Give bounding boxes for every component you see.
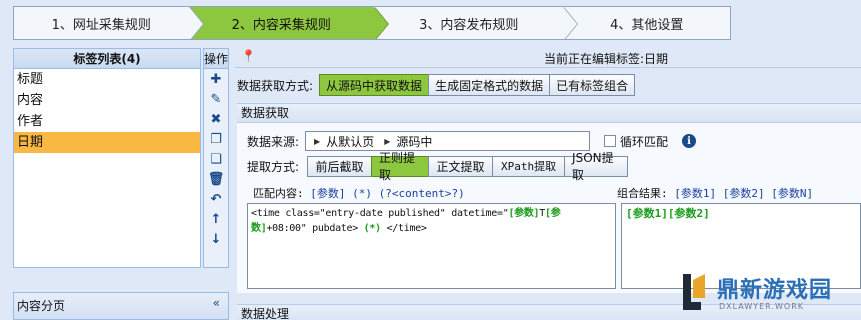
match-text: +08:00" pubdate> [266, 223, 364, 234]
close-icon[interactable]: ✖ [204, 109, 228, 129]
arrow-up-icon[interactable]: ↑ [204, 209, 228, 229]
match-text: </time> [380, 223, 427, 234]
match-text: <time class="entry-date published" datet… [251, 208, 509, 219]
match-content-label: 匹配内容: [253, 187, 304, 200]
acquire-section-header: 数据获取 [237, 103, 861, 123]
step-label: 1、网址采集规则 [51, 17, 151, 33]
insert-param-token[interactable]: [参数] [310, 187, 345, 200]
insert-wildcard-token[interactable]: (*) [352, 187, 372, 200]
acquire-mode-row: 数据获取方式: 从源码中获取数据 生成固定格式的数据 已有标签组合 [235, 74, 636, 96]
insert-paramN-token[interactable]: [参数N] [771, 187, 813, 200]
source-path-field[interactable]: ▶ 从默认页 ▶ 源码中 [305, 131, 591, 151]
insert-content-token[interactable]: (?<content>?) [379, 187, 465, 200]
match-content-textarea[interactable]: <time class="entry-date published" datet… [247, 203, 616, 289]
mode-fixed-format-button[interactable]: 生成固定格式的数据 [428, 74, 551, 96]
undo-icon[interactable]: ↶ [204, 189, 228, 209]
step-publish-rules[interactable]: 3、内容发布规则 [374, 7, 579, 39]
paste-icon[interactable]: ❏ [204, 149, 228, 169]
operations-title: 操作 [204, 49, 228, 69]
extract-regex-button[interactable]: 正则提取 [371, 151, 430, 182]
watermark-logo-icon [683, 274, 705, 310]
watermark-name: 鼎新游戏园 [717, 278, 833, 303]
step-label: 4、其他设置 [610, 17, 684, 33]
plus-icon[interactable]: ✚ [204, 69, 228, 89]
tag-list-title: 标签列表(4) [14, 49, 200, 69]
step-url-rules[interactable]: 1、网址采集规则 [14, 7, 204, 39]
result-label: 组合结果: [617, 187, 668, 200]
result-text: [参数1][参数2] [626, 207, 710, 220]
acquire-mode-label: 数据获取方式: [237, 78, 314, 93]
editor-status-bar: 📍 当前正在编辑标签:日期 [235, 46, 861, 68]
source-label: 数据来源: [247, 134, 300, 149]
content-pager-title: 内容分页 [17, 299, 66, 313]
extract-body-button[interactable]: 正文提取 [428, 155, 494, 177]
loop-match-checkbox[interactable] [604, 135, 617, 147]
tag-item-date[interactable]: 日期 [14, 132, 200, 153]
mode-combine-tags-button[interactable]: 已有标签组合 [549, 74, 636, 96]
chevron-up-icon[interactable]: « [213, 296, 220, 310]
extract-row: 提取方式: 前后截取 正则提取 正文提取 XPath提取 JSON提取 [247, 151, 629, 182]
wizard-steps: 1、网址采集规则 2、内容采集规则 3、内容发布规则 4、其他设置 [13, 6, 731, 40]
extract-xpath-button[interactable]: XPath提取 [492, 155, 566, 177]
insert-param1-token[interactable]: [参数1] [674, 187, 716, 200]
watermark: 鼎新游戏园 DXLAWYER.WORK [665, 268, 861, 320]
extract-before-after-button[interactable]: 前后截取 [307, 155, 373, 177]
param-token: [参数] [508, 208, 540, 219]
step-content-rules[interactable]: 2、内容采集规则 [188, 7, 389, 39]
editing-tag-status: 当前正在编辑标签:日期 [543, 52, 668, 66]
source-path-part: 源码中 [396, 134, 433, 149]
caret-right-icon: ▶ [384, 136, 391, 146]
arrow-down-icon[interactable]: ↓ [204, 229, 228, 249]
loop-match-label: 循环匹配 [620, 134, 669, 149]
extract-json-button[interactable]: JSON提取 [564, 151, 629, 182]
result-label-row: 组合结果: [参数1] [参数2] [参数N] [617, 185, 813, 201]
content-pager-panel[interactable]: 内容分页 « [13, 292, 229, 320]
match-content-label-row: 匹配内容: [参数] (*) (?<content>?) [253, 185, 465, 201]
insert-param2-token[interactable]: [参数2] [723, 187, 765, 200]
step-label: 2、内容采集规则 [231, 17, 331, 33]
caret-right-icon: ▶ [314, 136, 321, 146]
source-row: 数据来源: ▶ 从默认页 ▶ 源码中 循环匹配 i [247, 130, 697, 152]
step-label: 3、内容发布规则 [419, 17, 519, 33]
pin-icon: 📍 [241, 49, 256, 63]
pencil-icon[interactable]: ✎ [204, 89, 228, 109]
tag-list-panel: 标签列表(4) 标题 内容 作者 日期 [13, 48, 201, 268]
tag-item-content[interactable]: 内容 [14, 90, 200, 111]
info-icon[interactable]: i [682, 134, 697, 148]
tag-item-title[interactable]: 标题 [14, 69, 200, 90]
operations-toolbar: 操作 ✚ ✎ ✖ ❐ ❏ 🗑 ↶ ↑ ↓ [203, 48, 229, 268]
extract-label: 提取方式: [247, 159, 300, 174]
trash-icon[interactable]: 🗑 [204, 169, 228, 189]
step-other-settings[interactable]: 4、其他设置 [563, 7, 730, 39]
copy-icon[interactable]: ❐ [204, 129, 228, 149]
watermark-url: DXLAWYER.WORK [719, 302, 804, 311]
wildcard-token: (*) [363, 223, 381, 234]
mode-from-source-button[interactable]: 从源码中获取数据 [319, 74, 430, 96]
tag-item-author[interactable]: 作者 [14, 111, 200, 132]
source-path-part: 从默认页 [326, 134, 375, 149]
